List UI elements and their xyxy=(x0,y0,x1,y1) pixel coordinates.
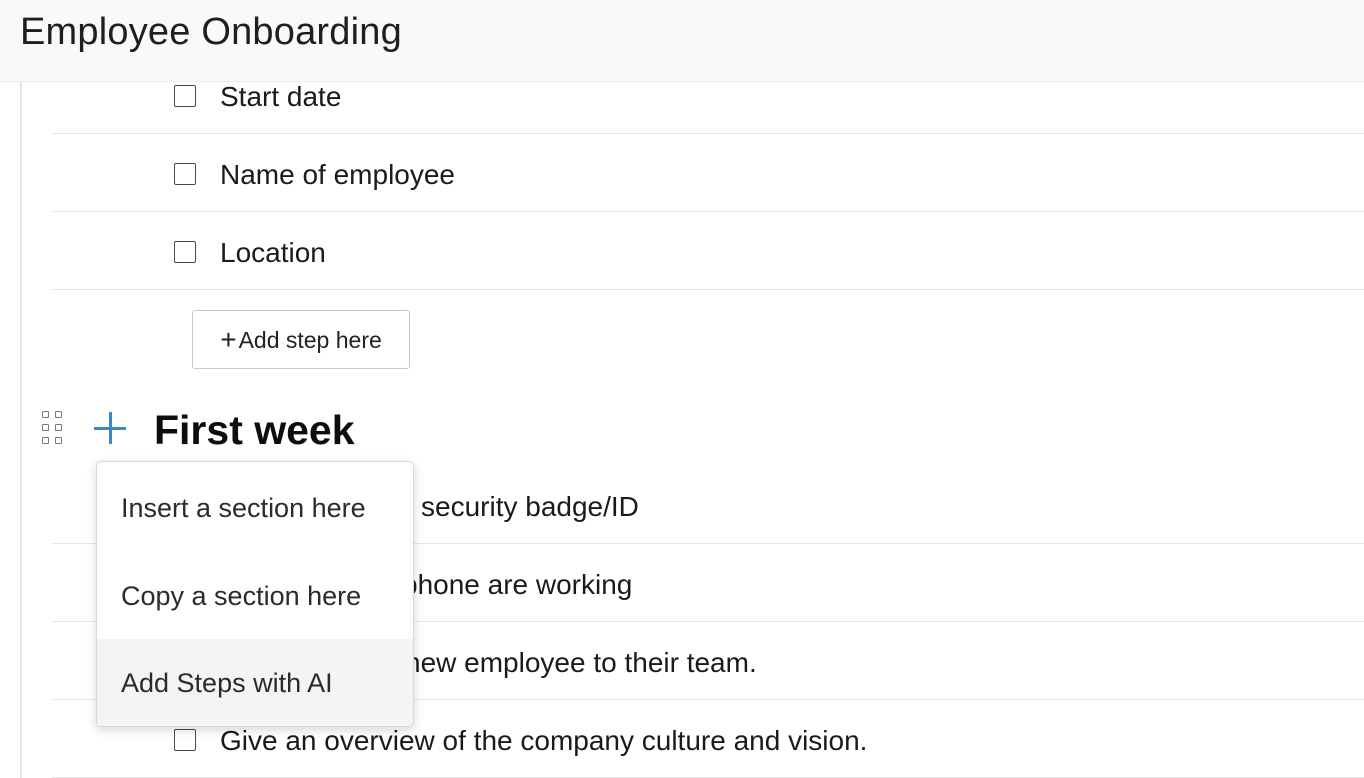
step-checkbox[interactable] xyxy=(174,85,196,107)
add-step-button[interactable]: +Add step here xyxy=(192,310,410,369)
step-label[interactable]: Give an overview of the company culture … xyxy=(220,724,867,758)
step-checkbox[interactable] xyxy=(174,163,196,185)
section-context-menu: Insert a section here Copy a section her… xyxy=(96,461,414,727)
menu-item-insert-section[interactable]: Insert a section here xyxy=(97,464,413,552)
step-checkbox[interactable] xyxy=(174,241,196,263)
page-title: Employee Onboarding xyxy=(20,11,402,53)
step-label[interactable]: Location xyxy=(220,236,326,270)
section-title[interactable]: First week xyxy=(154,406,355,454)
step-label[interactable]: phone are working xyxy=(402,568,632,602)
step-label[interactable]: Name of employee xyxy=(220,158,455,192)
step-row: Location xyxy=(52,212,1364,290)
step-label[interactable]: Start date xyxy=(220,80,341,114)
step-checkbox[interactable] xyxy=(174,729,196,751)
step-label[interactable]: new employee to their team. xyxy=(405,646,757,680)
section-header: First week xyxy=(0,400,1364,462)
add-plus-icon[interactable] xyxy=(93,411,127,445)
step-row: Name of employee xyxy=(52,134,1364,212)
drag-grip-icon[interactable] xyxy=(42,411,68,447)
menu-item-copy-section[interactable]: Copy a section here xyxy=(97,552,413,640)
step-row: Start date xyxy=(52,56,1364,134)
plus-icon: + xyxy=(220,324,237,355)
step-label[interactable]: security badge/ID xyxy=(421,490,639,524)
add-step-label: Add step here xyxy=(238,327,382,353)
menu-item-add-steps-ai[interactable]: Add Steps with AI xyxy=(97,639,413,726)
